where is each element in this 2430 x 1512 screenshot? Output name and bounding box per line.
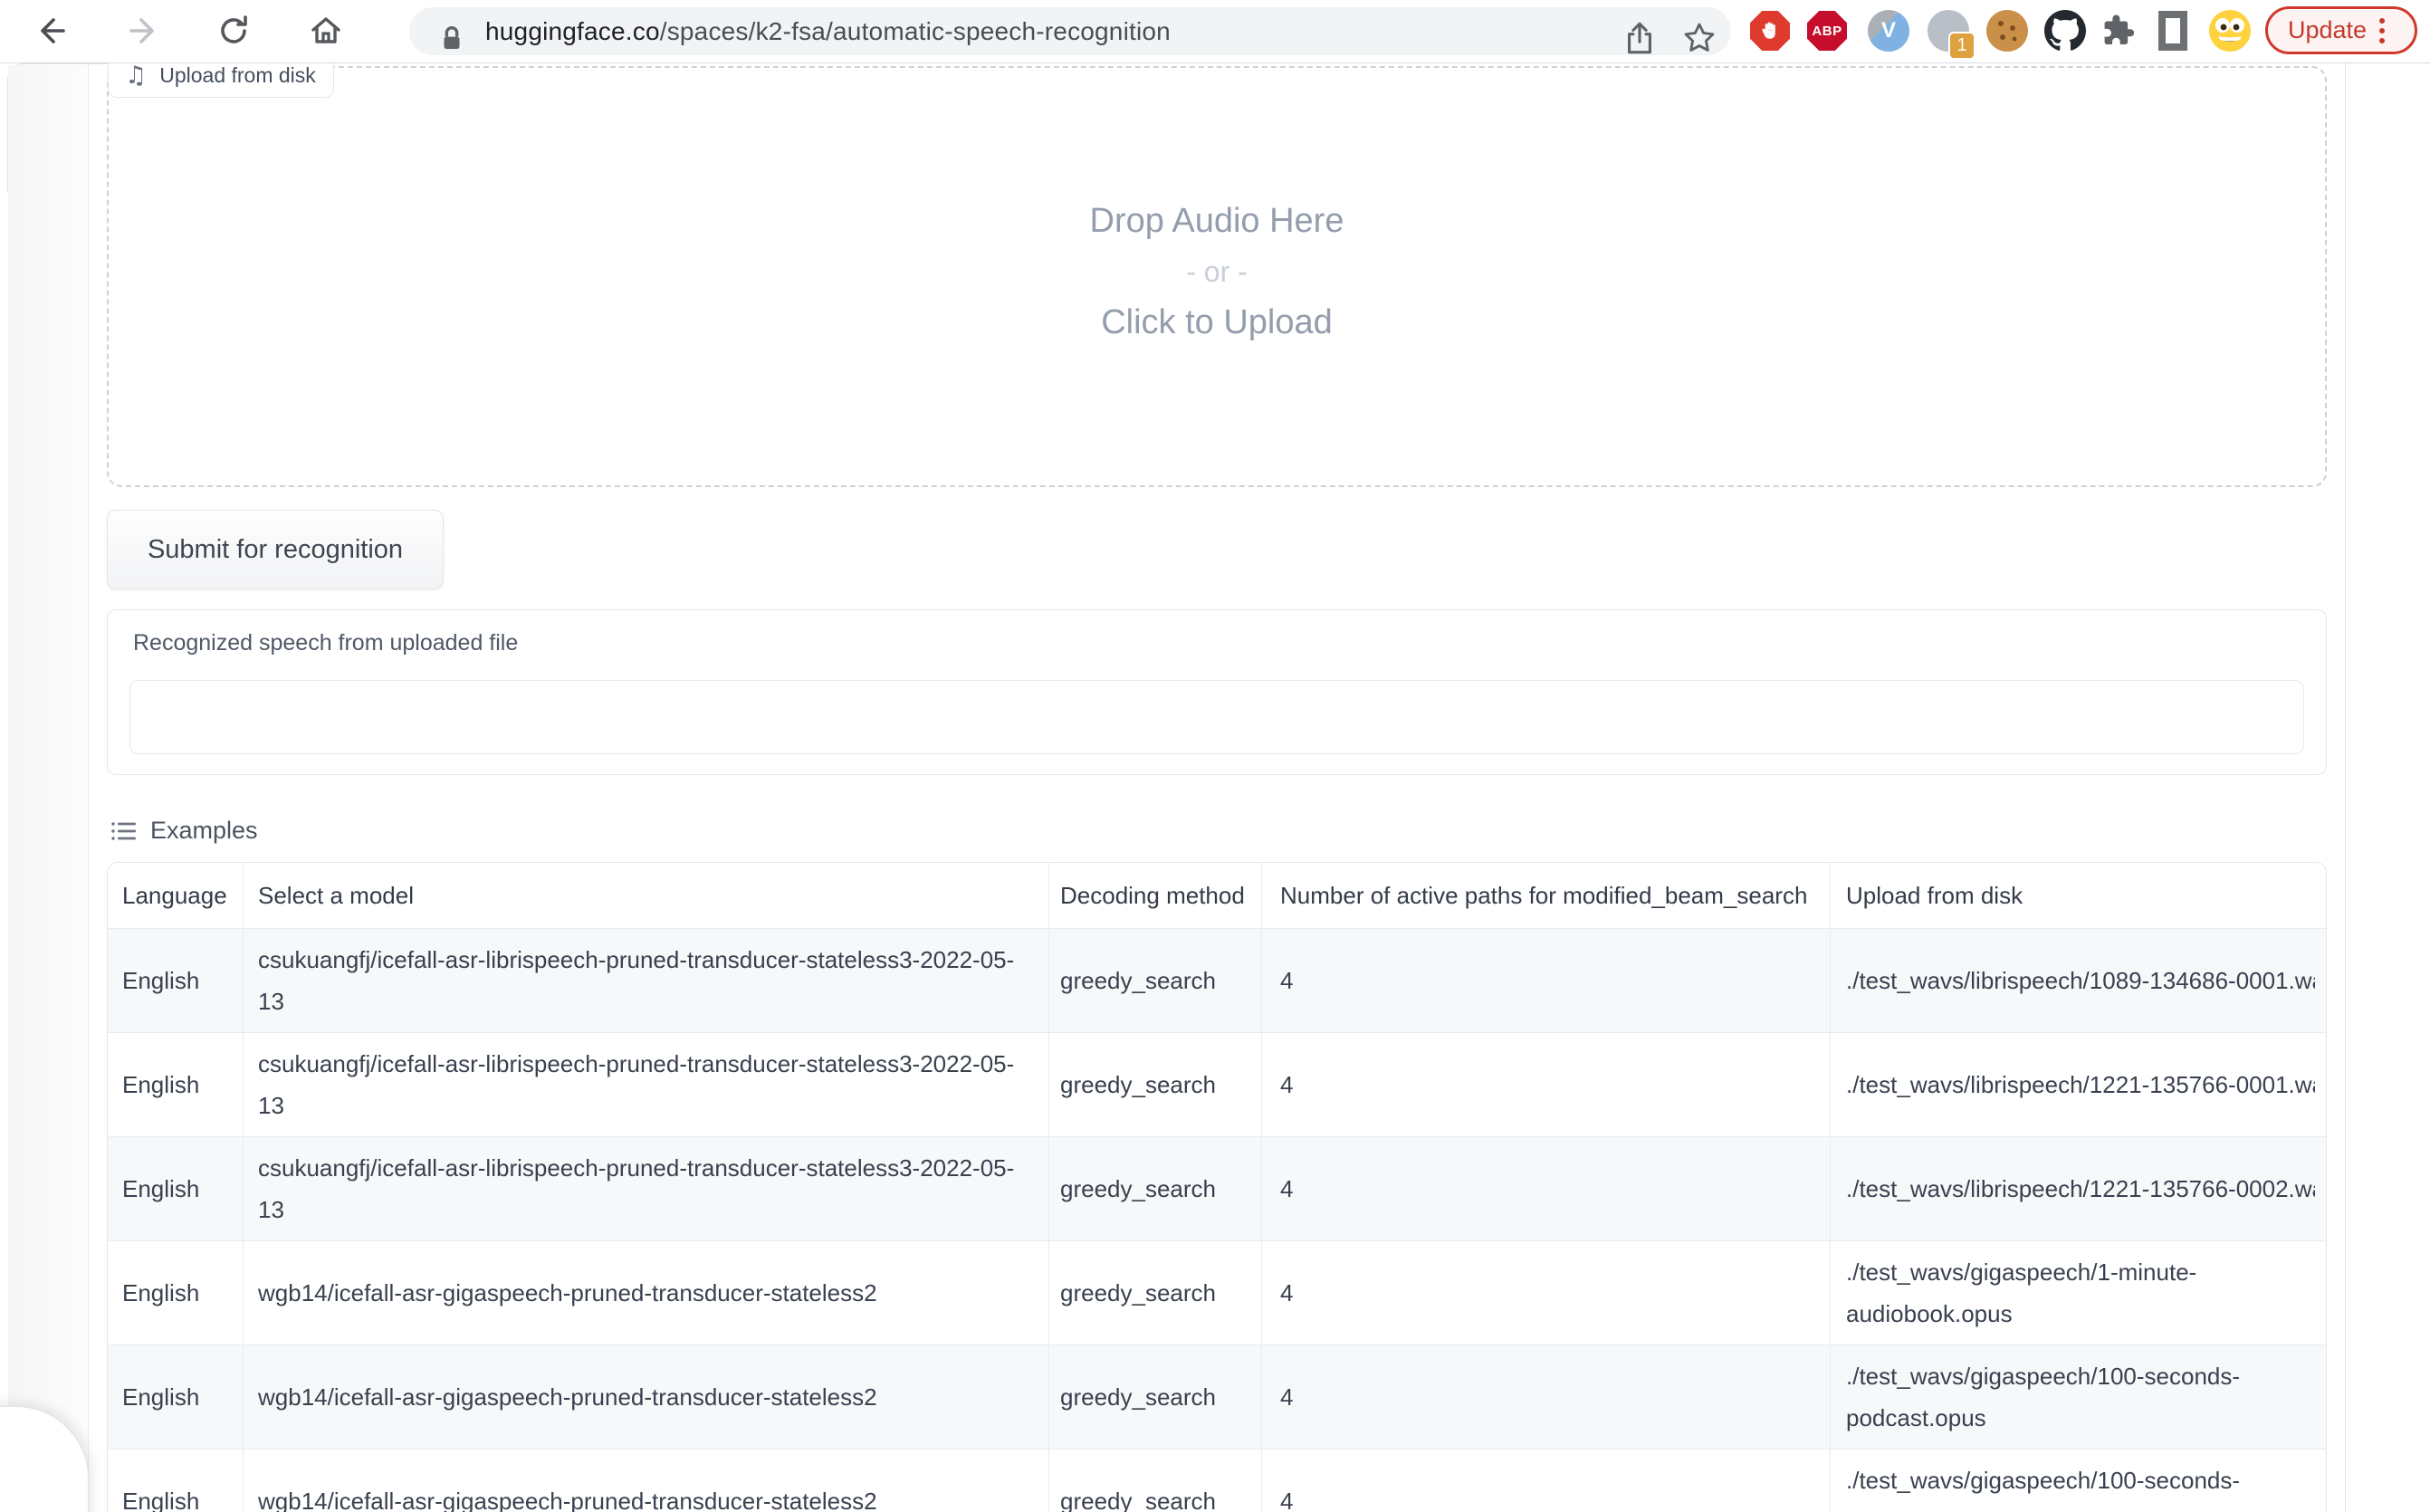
scrollbar-divider bbox=[2345, 62, 2346, 1512]
table-cell[interactable]: ./test_wavs/gigaspeech/100-seconds-speec… bbox=[1830, 1450, 2327, 1512]
github-icon[interactable] bbox=[2042, 7, 2089, 54]
table-cell[interactable]: 4 bbox=[1261, 1345, 1830, 1449]
table-cell[interactable]: English bbox=[108, 1137, 243, 1240]
table-cell[interactable]: greedy_search bbox=[1048, 929, 1261, 1032]
browser-menu-icon[interactable] bbox=[2379, 18, 2385, 43]
table-cell[interactable]: wgb14/icefall-asr-gigaspeech-pruned-tran… bbox=[243, 1241, 1048, 1345]
or-text: - or - bbox=[107, 247, 2327, 296]
tab-upload-from-disk[interactable]: ♫ Upload from disk bbox=[108, 62, 334, 98]
url-text: huggingface.co/spaces/k2-fsa/automatic-s… bbox=[485, 17, 1171, 46]
browser-toolbar: huggingface.co/spaces/k2-fsa/automatic-s… bbox=[0, 0, 2430, 63]
adblock-hand-icon[interactable] bbox=[1746, 7, 1794, 54]
submit-for-recognition-button[interactable]: Submit for recognition bbox=[107, 510, 444, 589]
table-cell[interactable]: greedy_search bbox=[1048, 1241, 1261, 1345]
list-icon bbox=[110, 818, 138, 845]
click-to-upload-text: Click to Upload bbox=[107, 296, 2327, 349]
table-cell[interactable]: ./test_wavs/gigaspeech/1-minute-audioboo… bbox=[1830, 1241, 2327, 1345]
examples-header: Examples bbox=[110, 817, 258, 845]
table-cell[interactable]: ./test_wavs/librispeech/1221-135766-0001… bbox=[1830, 1033, 2327, 1136]
back-icon[interactable] bbox=[28, 9, 72, 53]
column-header: Decoding method bbox=[1048, 863, 1261, 928]
share-icon[interactable] bbox=[1619, 17, 1660, 59]
table-cell[interactable]: csukuangfj/icefall-asr-librispeech-prune… bbox=[243, 1033, 1048, 1136]
table-cell[interactable]: 4 bbox=[1261, 1033, 1830, 1136]
table-cell[interactable]: English bbox=[108, 1345, 243, 1449]
reload-icon[interactable] bbox=[212, 9, 255, 53]
recognized-speech-group: Recognized speech from uploaded file bbox=[107, 609, 2327, 775]
examples-table: LanguageSelect a modelDecoding methodNum… bbox=[107, 862, 2327, 1512]
column-header: Number of active paths for modified_beam… bbox=[1261, 863, 1830, 928]
bookmark-star-icon[interactable] bbox=[1679, 17, 1720, 59]
column-header: Language bbox=[108, 863, 243, 928]
drop-audio-here-text: Drop Audio Here bbox=[107, 195, 2327, 247]
example-row[interactable]: Englishcsukuangfj/icefall-asr-librispeec… bbox=[108, 1136, 2326, 1240]
table-body: Englishcsukuangfj/icefall-asr-librispeec… bbox=[108, 928, 2326, 1512]
example-row[interactable]: Englishcsukuangfj/icefall-asr-librispeec… bbox=[108, 1032, 2326, 1136]
page-content: Drop Audio Here - or - Click to Upload ♫… bbox=[0, 62, 2430, 1512]
address-bar[interactable]: huggingface.co/spaces/k2-fsa/automatic-s… bbox=[409, 7, 1731, 55]
chrome-update-button[interactable]: Update bbox=[2265, 6, 2417, 54]
example-row[interactable]: Englishwgb14/icefall-asr-gigaspeech-prun… bbox=[108, 1240, 2326, 1345]
smiley-icon[interactable] bbox=[2206, 7, 2253, 54]
example-row[interactable]: Englishwgb14/icefall-asr-gigaspeech-prun… bbox=[108, 1345, 2326, 1449]
examples-label: Examples bbox=[150, 817, 258, 845]
column-header: Upload from disk bbox=[1830, 863, 2327, 928]
forward-icon[interactable] bbox=[123, 9, 167, 53]
lock-icon[interactable] bbox=[431, 17, 473, 59]
recognized-speech-input[interactable] bbox=[129, 680, 2304, 754]
cookie-icon[interactable] bbox=[1984, 7, 2031, 54]
table-cell[interactable]: greedy_search bbox=[1048, 1033, 1261, 1136]
table-cell[interactable]: greedy_search bbox=[1048, 1450, 1261, 1512]
home-icon[interactable] bbox=[304, 9, 348, 53]
table-cell[interactable]: 4 bbox=[1261, 929, 1830, 1032]
dropzone-text: Drop Audio Here - or - Click to Upload bbox=[107, 195, 2327, 349]
column-header: Select a model bbox=[243, 863, 1048, 928]
table-cell[interactable]: ./test_wavs/gigaspeech/100-seconds-podca… bbox=[1830, 1345, 2327, 1449]
sidebar-icon[interactable] bbox=[2149, 7, 2196, 54]
page-left-gutter bbox=[8, 65, 89, 1512]
table-cell[interactable]: csukuangfj/icefall-asr-librispeech-prune… bbox=[243, 1137, 1048, 1240]
extension-badge: 1 bbox=[1948, 32, 1976, 60]
table-cell[interactable]: csukuangfj/icefall-asr-librispeech-prune… bbox=[243, 929, 1048, 1032]
puzzle-extensions-icon[interactable] bbox=[2095, 7, 2142, 54]
update-label: Update bbox=[2288, 16, 2367, 44]
table-cell[interactable]: 4 bbox=[1261, 1137, 1830, 1240]
table-header-row: LanguageSelect a modelDecoding methodNum… bbox=[108, 863, 2326, 928]
table-cell[interactable]: English bbox=[108, 929, 243, 1032]
table-cell[interactable]: wgb14/icefall-asr-gigaspeech-pruned-tran… bbox=[243, 1345, 1048, 1449]
v-circle-icon[interactable]: V bbox=[1865, 7, 1912, 54]
recognized-speech-label: Recognized speech from uploaded file bbox=[133, 630, 518, 656]
table-cell[interactable]: 4 bbox=[1261, 1241, 1830, 1345]
example-row[interactable]: Englishwgb14/icefall-asr-gigaspeech-prun… bbox=[108, 1449, 2326, 1512]
example-row[interactable]: Englishcsukuangfj/icefall-asr-librispeec… bbox=[108, 928, 2326, 1032]
table-cell[interactable]: 4 bbox=[1261, 1450, 1830, 1512]
gray-profile-icon[interactable]: 1 bbox=[1925, 7, 1972, 54]
table-cell[interactable]: English bbox=[108, 1450, 243, 1512]
abp-icon[interactable]: ABP bbox=[1803, 7, 1851, 54]
table-cell[interactable]: English bbox=[108, 1033, 243, 1136]
music-note-icon: ♫ bbox=[125, 62, 147, 90]
table-cell[interactable]: wgb14/icefall-asr-gigaspeech-pruned-tran… bbox=[243, 1450, 1048, 1512]
table-cell[interactable]: English bbox=[108, 1241, 243, 1345]
table-cell[interactable]: ./test_wavs/librispeech/1221-135766-0002… bbox=[1830, 1137, 2327, 1240]
table-cell[interactable]: greedy_search bbox=[1048, 1137, 1261, 1240]
table-cell[interactable]: greedy_search bbox=[1048, 1345, 1261, 1449]
table-cell[interactable]: ./test_wavs/librispeech/1089-134686-0001… bbox=[1830, 929, 2327, 1032]
tab-label: Upload from disk bbox=[159, 63, 316, 88]
